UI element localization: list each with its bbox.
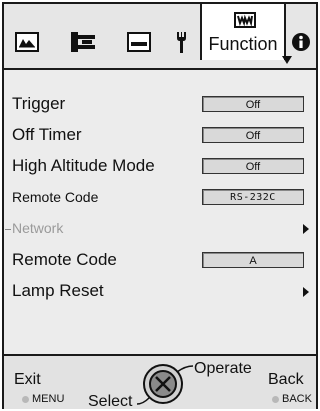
trigger-value[interactable]: Off	[202, 96, 304, 112]
menu-item-high-altitude-mode[interactable]: High Altitude Mode Off	[4, 152, 316, 182]
menu-item-label: High Altitude Mode	[12, 156, 155, 175]
dpad-icon	[137, 364, 193, 405]
exit-label: Exit	[14, 371, 41, 388]
submenu-arrow-icon	[303, 224, 309, 234]
menu-item-label: Off Timer	[12, 125, 82, 144]
tab-setup[interactable]	[68, 30, 98, 54]
function-tab-label: Function	[208, 34, 278, 54]
button-guide: Exit MENU Select Operate Back BACK	[4, 354, 316, 410]
tab-pointer-icon	[282, 56, 292, 64]
back-button-label: BACK	[282, 393, 312, 405]
menu-item-label: Network	[12, 220, 64, 236]
menu-button-label: MENU	[32, 393, 65, 405]
menu-button-icon	[22, 395, 29, 403]
disabled-indicator	[5, 229, 11, 230]
menu-item-label: Remote Code	[12, 250, 117, 269]
tab-display[interactable]	[126, 30, 152, 54]
menu-item-label: Trigger	[12, 94, 66, 113]
submenu-arrow-icon	[303, 287, 309, 297]
menu-item-remote-code[interactable]: Remote Code A	[4, 246, 316, 276]
wrench-icon	[177, 32, 186, 53]
tab-settings[interactable]	[172, 30, 190, 54]
menu-item-trigger[interactable]: Trigger Off	[4, 90, 316, 120]
picture-icon	[15, 32, 39, 52]
remote-code-rs232c-value[interactable]: RS-232C	[202, 189, 304, 205]
back-hint: BACK	[272, 393, 312, 405]
tab-bar: Function	[4, 2, 316, 70]
setup-icon	[71, 32, 95, 52]
off-timer-value[interactable]: Off	[202, 127, 304, 143]
select-label: Select	[88, 393, 133, 410]
exit-hint: MENU	[22, 393, 64, 405]
operate-label: Operate	[194, 360, 252, 377]
menu-item-off-timer[interactable]: Off Timer Off	[4, 121, 316, 151]
info-icon	[292, 33, 310, 51]
high-altitude-mode-value[interactable]: Off	[202, 158, 304, 174]
function-icon	[234, 12, 256, 28]
menu-item-network: Network	[4, 214, 316, 244]
menu-item-remote-code-rs232c[interactable]: Remote Code RS-232C	[4, 183, 316, 213]
tab-function[interactable]: Function	[200, 2, 286, 60]
function-menu: Trigger Off Off Timer Off High Altitude …	[4, 70, 316, 353]
display-icon	[127, 32, 151, 52]
menu-item-label: Lamp Reset	[12, 281, 104, 300]
back-label: Back	[268, 371, 304, 388]
remote-code-value[interactable]: A	[202, 252, 304, 268]
menu-item-lamp-reset[interactable]: Lamp Reset	[4, 277, 316, 307]
menu-item-label: Remote Code	[12, 189, 99, 205]
back-button-icon	[272, 395, 279, 403]
tab-picture[interactable]	[14, 30, 40, 54]
osd-window: Function Trigger Off Off Timer Off High …	[2, 2, 318, 410]
tab-info[interactable]	[290, 30, 312, 54]
